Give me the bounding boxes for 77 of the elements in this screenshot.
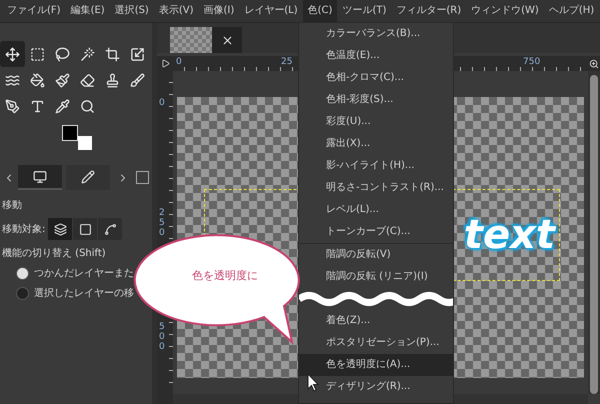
menu-entry[interactable]: 明るさ-コントラスト(R)... — [299, 177, 453, 199]
dock-tab[interactable] — [66, 165, 110, 190]
menu-entry[interactable]: 色温度(E)... — [299, 45, 453, 67]
pencil-icon — [81, 170, 95, 184]
ruler-label: 0 — [176, 58, 182, 67]
foreground-color-swatch[interactable] — [62, 125, 78, 141]
ruler-label: 750 — [523, 58, 540, 67]
vertical-scrollbar[interactable] — [590, 75, 598, 394]
menu-item[interactable]: 画像(I) — [198, 0, 240, 22]
menu-entry[interactable]: 影-ハイライト(H)... — [299, 155, 453, 177]
menu-entry[interactable]: ポスタリゼーション(P)... — [299, 332, 453, 354]
target-button[interactable] — [48, 218, 74, 240]
wand-icon — [80, 46, 95, 62]
menu-entry[interactable]: 階調の反転 (リニア)(I) — [299, 266, 453, 288]
menu-item[interactable]: 色(C) — [302, 0, 338, 22]
radio-label: 選択したレイヤーの移 — [34, 287, 134, 300]
image-thumbnail[interactable] — [170, 27, 212, 53]
background-color-swatch[interactable] — [78, 136, 92, 150]
menu-entry[interactable]: 色相-彩度(S)... — [299, 89, 453, 111]
zoom-icon — [589, 58, 599, 68]
toggle-label: 機能の切り替え (Shift) — [2, 246, 107, 260]
mouse-pointer-icon — [307, 373, 319, 392]
menu-entry[interactable]: ディザリング(R)... — [299, 376, 453, 398]
menu-entry[interactable]: 色を透明度に(A)... — [299, 354, 453, 376]
menu-entry[interactable]: トーンカーブ(C)... — [299, 221, 453, 243]
monitor-icon — [33, 170, 47, 184]
menu-item[interactable]: ヘルプ(H) — [544, 0, 600, 22]
lasso-icon — [55, 46, 70, 62]
pipette-icon — [55, 98, 70, 114]
menu-item[interactable]: ウィンドウ(W) — [466, 0, 544, 22]
canvas-text: text — [464, 212, 558, 258]
paint-bucket-icon — [30, 72, 45, 88]
wave-icon — [5, 72, 20, 88]
dock-tab[interactable] — [18, 165, 62, 190]
eraser-icon — [80, 72, 95, 88]
dashed-square-icon — [30, 46, 45, 62]
square-icon — [78, 222, 92, 236]
menu-entry[interactable]: 露出(X)... — [299, 133, 453, 155]
menu-entry[interactable]: 着色(Z)... — [299, 310, 453, 332]
layers-icon — [54, 222, 67, 236]
stamp-icon — [105, 72, 120, 88]
search-icon — [80, 98, 95, 114]
pen-icon — [5, 98, 20, 114]
close-tab-button[interactable] — [212, 27, 242, 53]
dock-menu-button[interactable] — [136, 171, 149, 184]
play-icon — [160, 59, 170, 68]
menu-item[interactable]: フィルター(R) — [391, 0, 466, 22]
menu-item[interactable]: 編集(E) — [66, 0, 110, 22]
move-target-label: 移動対象: — [2, 222, 46, 236]
menu-item[interactable]: ファイル(F) — [2, 0, 66, 22]
ruler-label: 250 — [159, 209, 166, 239]
callout-text: 色を透明度に — [192, 268, 258, 283]
tool-button[interactable] — [0, 41, 25, 67]
menu-entry[interactable]: 彩度(U)... — [299, 111, 453, 133]
ruler-label: 25 — [281, 58, 292, 67]
ruler-label: 0 — [159, 99, 166, 109]
radio-button[interactable] — [16, 266, 29, 280]
menu-entry[interactable]: 色相-クロマ(C)... — [299, 67, 453, 89]
scaling-icon — [130, 46, 145, 62]
ruler-label: 500 — [159, 323, 166, 353]
menu-entry[interactable]: レベル(L)... — [299, 199, 453, 221]
crop-icon — [105, 46, 120, 62]
menu-item[interactable]: ツール(T) — [337, 0, 392, 22]
tool-title: 移動 — [2, 199, 23, 212]
menu-entry[interactable]: 階調の反転(V) — [299, 244, 453, 266]
close-icon — [220, 34, 234, 46]
menu-item[interactable]: 選択(S) — [110, 0, 154, 22]
paintbrush-icon — [55, 72, 70, 88]
brush-icon — [130, 72, 145, 88]
radio-button[interactable] — [16, 286, 29, 300]
zoom-button[interactable] — [588, 56, 600, 71]
path-icon — [104, 222, 117, 236]
menu-item[interactable]: 表示(V) — [154, 0, 198, 22]
radio-label: つかんだレイヤーまた — [34, 267, 134, 280]
menu-item[interactable]: レイヤー(L) — [239, 0, 303, 22]
move-icon — [5, 46, 20, 62]
text-icon — [30, 98, 45, 114]
